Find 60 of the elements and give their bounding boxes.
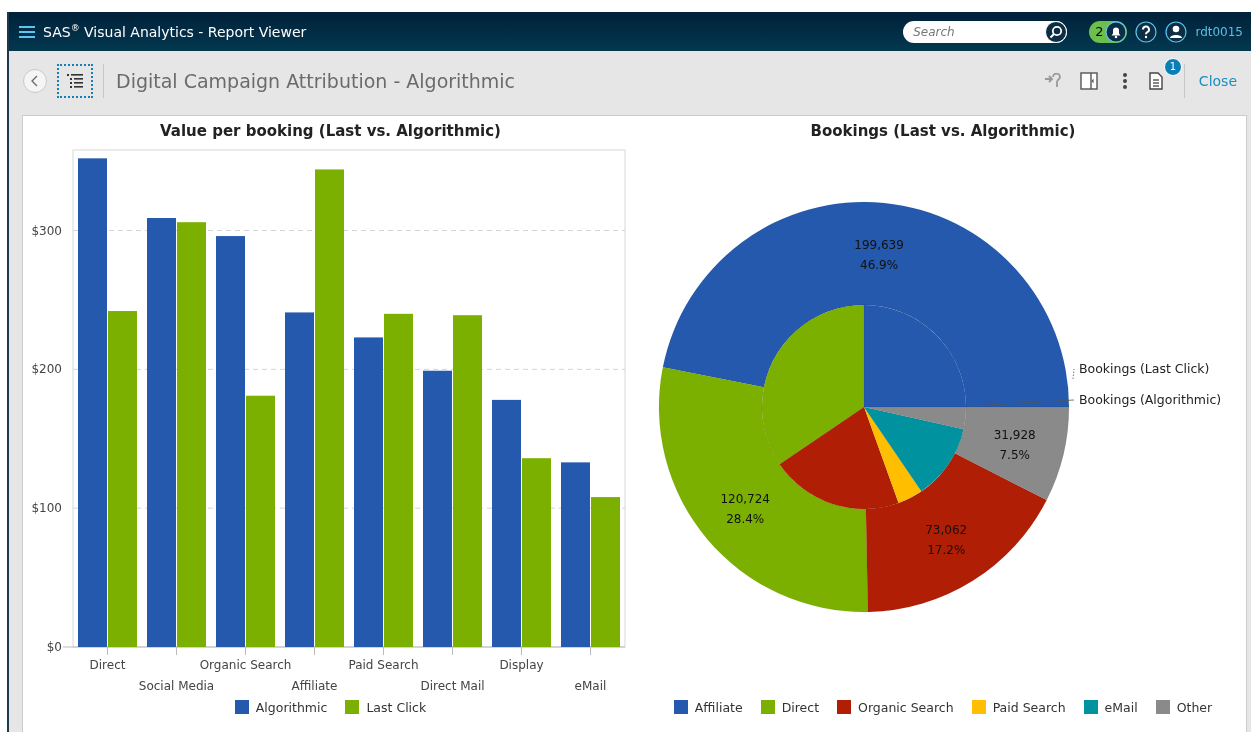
legend-swatch bbox=[345, 700, 360, 714]
legend-label: Last Click bbox=[366, 699, 427, 715]
chevron-left-icon bbox=[30, 74, 40, 87]
ring-slice[interactable] bbox=[659, 367, 869, 613]
notifications-button[interactable]: 2 bbox=[1089, 20, 1128, 43]
leader-line bbox=[1072, 368, 1075, 380]
ring-label: Bookings (Algorithmic) bbox=[1079, 392, 1222, 407]
axis-tick-label: $300 bbox=[31, 223, 62, 238]
category-label: Paid Search bbox=[348, 658, 419, 672]
ring-slice[interactable] bbox=[954, 406, 1070, 501]
pie-slice[interactable] bbox=[863, 406, 964, 492]
chart-title: Value per booking (Last vs. Algorithmic) bbox=[160, 122, 501, 142]
ring-label: Bookings (Last Click) bbox=[1079, 361, 1210, 376]
legend-label: eMail bbox=[1104, 699, 1138, 715]
document-icon bbox=[1148, 71, 1163, 90]
legend-swatch bbox=[971, 700, 986, 714]
category-label: Social Media bbox=[138, 679, 215, 693]
pie-slice[interactable] bbox=[863, 406, 967, 430]
help-icon[interactable] bbox=[1135, 20, 1158, 43]
legend-label: Direct bbox=[781, 699, 820, 715]
legend-label: Algorithmic bbox=[255, 699, 328, 715]
slice-label: 31,928 7.5% bbox=[993, 428, 1036, 463]
ring-slice[interactable] bbox=[662, 201, 1070, 408]
legend-swatch bbox=[837, 700, 852, 714]
category-label: Display bbox=[499, 658, 544, 672]
legend-label: Paid Search bbox=[992, 699, 1066, 715]
search-icon bbox=[1049, 24, 1064, 39]
category-label: Direct bbox=[89, 658, 126, 672]
app-title: SAS$^{®}$ Visual Analytics - Report Viewer bbox=[43, 23, 308, 40]
report-title: Digital Campaign Attribution - Algorithmic bbox=[115, 69, 517, 92]
bell-icon bbox=[1105, 20, 1128, 43]
menu-icon[interactable] bbox=[19, 24, 35, 39]
search-button[interactable] bbox=[1045, 20, 1068, 43]
legend-swatch bbox=[760, 700, 775, 714]
list-icon bbox=[67, 73, 83, 88]
back-button[interactable] bbox=[23, 68, 47, 93]
legend-swatch bbox=[1155, 700, 1170, 714]
category-label: Affiliate bbox=[291, 679, 338, 693]
legend-swatch bbox=[1083, 700, 1098, 714]
chart-title: Bookings (Last vs. Algorithmic) bbox=[810, 122, 1076, 142]
legend-swatch bbox=[673, 700, 688, 714]
legend-label: Organic Search bbox=[858, 699, 954, 715]
legend-label: Affiliate bbox=[694, 699, 743, 715]
legend-label: Other bbox=[1176, 699, 1213, 715]
user-name[interactable]: rdt0015 bbox=[1195, 24, 1243, 39]
category-label: Direct Mail bbox=[420, 679, 485, 693]
axis-tick-label: $200 bbox=[31, 362, 62, 377]
user-icon[interactable] bbox=[1165, 20, 1188, 43]
axis-tick-label: $100 bbox=[31, 501, 62, 516]
slice-label: 73,062 17.2% bbox=[925, 523, 968, 558]
category-label: eMail bbox=[574, 679, 607, 693]
slice-label: 199,639 46.9% bbox=[854, 237, 904, 272]
legend-swatch bbox=[234, 700, 249, 714]
outline-button[interactable] bbox=[57, 63, 93, 98]
pie-slice[interactable] bbox=[863, 406, 922, 504]
slice-label: 120,724 28.4% bbox=[720, 491, 770, 526]
count-badge: 1 bbox=[1163, 57, 1182, 76]
axis-tick-label: $0 bbox=[46, 640, 62, 654]
pie-slice[interactable] bbox=[779, 406, 899, 510]
category-label: Organic Search bbox=[199, 658, 292, 672]
